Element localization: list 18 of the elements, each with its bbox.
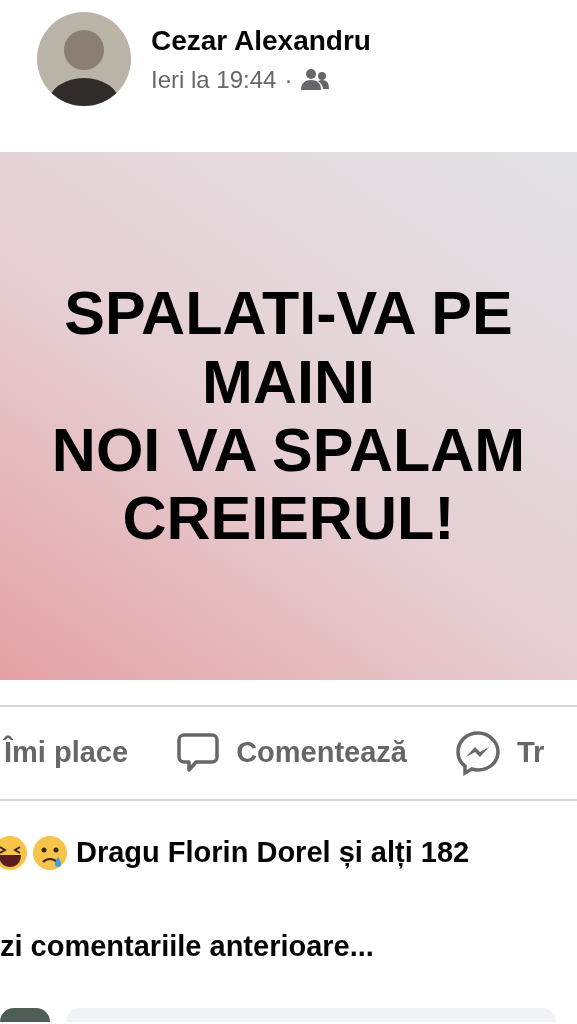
sad-emoji-icon [32, 834, 68, 871]
image-text: SPALATI-VA PE [64, 279, 513, 348]
image-text: CREIERUL! [122, 484, 455, 553]
like-button[interactable]: Îmi place [4, 731, 129, 775]
comment-icon [176, 732, 221, 774]
friends-icon[interactable] [300, 68, 331, 92]
messenger-icon [454, 730, 501, 776]
previous-comments-link[interactable]: zi comentariile anterioare... [0, 924, 374, 968]
image-text: NOI VA SPALAM [51, 416, 526, 485]
laughing-emoji-icon [0, 834, 28, 871]
reactions-summary[interactable]: Dragu Florin Dorel și alți 182 [76, 831, 470, 875]
share-button[interactable]: Tr [454, 730, 545, 776]
commenter-avatar [0, 1008, 50, 1022]
separator-dot: · [284, 65, 293, 95]
post-time[interactable]: Ieri la 19:44 [151, 62, 277, 98]
comment-button[interactable]: Comentează [176, 731, 407, 775]
image-text: MAINI [202, 347, 375, 416]
author-name[interactable]: Cezar Alexandru [151, 20, 371, 62]
